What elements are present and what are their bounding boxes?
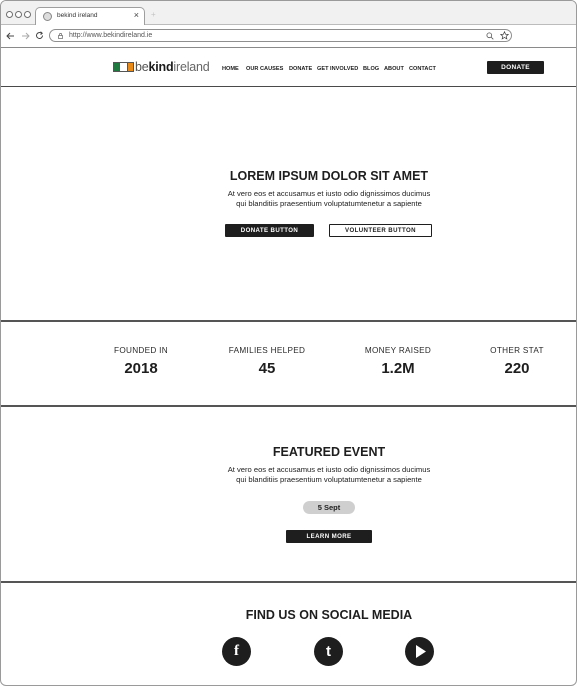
stat-value: 2018 — [124, 360, 158, 377]
hero-section: LOREM IPSUM DOLOR SIT AMET At vero eos e… — [141, 169, 517, 208]
nav-our-causes[interactable]: OUR CAUSES — [246, 66, 283, 72]
event-section: FEATURED EVENT At vero eos et accusamus … — [141, 445, 517, 484]
hero-text-line-1: At vero eos et accusamus et iusto odio d… — [227, 189, 431, 198]
stat-value: 220 — [504, 360, 530, 377]
nav-get-involved[interactable]: GET INVOLVED — [317, 66, 358, 72]
stat-founded: FOUNDED IN 2018 — [86, 346, 196, 377]
nav-blog[interactable]: BLOG — [363, 66, 379, 72]
url-text: http://www.bekindireland.ie — [69, 32, 153, 39]
stat-families: FAMILIES HELPED 45 — [212, 346, 322, 377]
irish-flag-icon — [113, 62, 134, 72]
stat-value: 45 — [258, 360, 276, 377]
new-tab-icon[interactable]: + — [151, 10, 156, 19]
lock-icon — [58, 33, 63, 39]
hero-title: LOREM IPSUM DOLOR SIT AMET — [229, 169, 429, 183]
site-header: bekindireland HOME OUR CAUSES DONATE GET… — [1, 49, 576, 87]
bookmark-star-icon[interactable] — [500, 31, 509, 40]
stat-label: FOUNDED IN — [114, 346, 168, 355]
window-maximize-dot[interactable] — [24, 11, 31, 18]
stat-other: OTHER STAT 220 — [462, 346, 572, 377]
globe-icon — [43, 12, 52, 21]
divider — [1, 581, 576, 583]
stat-label: MONEY RAISED — [364, 346, 432, 355]
divider — [1, 405, 576, 407]
play-icon — [416, 645, 426, 658]
volunteer-button[interactable]: VOLUNTEER BUTTON — [329, 224, 432, 237]
logo-wordmark: bekindireland — [135, 60, 210, 74]
url-field[interactable]: http://www.bekindireland.ie — [49, 29, 512, 42]
nav-donate[interactable]: DONATE — [289, 66, 312, 72]
divider — [1, 320, 576, 322]
flag-stripe-orange — [127, 62, 134, 72]
flag-stripe-white — [120, 62, 127, 72]
flag-stripe-green — [113, 62, 120, 72]
forward-arrow-icon[interactable] — [21, 32, 30, 40]
donate-button[interactable]: DONATE BUTTON — [225, 224, 314, 237]
nav-about[interactable]: ABOUT — [384, 66, 404, 72]
browser-window: bekind ireland × + http://www.bekindirel… — [0, 0, 577, 686]
close-tab-icon[interactable]: × — [134, 10, 139, 20]
logo-kind: kind — [148, 60, 174, 74]
event-text-line-2: qui blanditiis praesentium voluptatumten… — [236, 474, 422, 484]
event-date-badge: 5 Sept — [303, 501, 355, 514]
learn-more-button[interactable]: LEARN MORE — [286, 530, 372, 543]
tumblr-glyph: t — [326, 643, 331, 660]
logo-be: be — [135, 60, 149, 74]
logo-ireland: ireland — [173, 60, 210, 74]
nav-home[interactable]: HOME — [222, 66, 239, 72]
event-title: FEATURED EVENT — [272, 445, 386, 459]
stat-label: OTHER STAT — [490, 346, 544, 355]
stat-value: 1.2M — [381, 360, 415, 377]
social-title: FIND US ON SOCIAL MEDIA — [245, 608, 413, 622]
back-arrow-icon[interactable] — [6, 32, 15, 40]
window-close-dot[interactable] — [6, 11, 13, 18]
address-bar: http://www.bekindireland.ie — [1, 25, 576, 48]
stat-label: FAMILIES HELPED — [228, 346, 306, 355]
window-minimize-dot[interactable] — [15, 11, 22, 18]
zoom-icon[interactable] — [486, 32, 494, 40]
facebook-icon[interactable]: f — [222, 637, 251, 666]
social-section: FIND US ON SOCIAL MEDIA — [141, 608, 517, 622]
tab-bar: bekind ireland × + — [1, 1, 576, 26]
reload-icon[interactable] — [35, 31, 44, 40]
header-donate-button[interactable]: DONATE — [487, 61, 544, 74]
event-text-line-1: At vero eos et accusamus et iusto odio d… — [227, 465, 431, 474]
youtube-play-icon[interactable] — [405, 637, 434, 666]
nav-contact[interactable]: CONTACT — [409, 66, 436, 72]
stat-money: MONEY RAISED 1.2M — [343, 346, 453, 377]
hero-text-line-2: qui blanditiis praesentium voluptatumten… — [236, 198, 422, 208]
tumblr-icon[interactable]: t — [314, 637, 343, 666]
facebook-glyph: f — [234, 643, 239, 659]
tab-title: bekind ireland — [57, 12, 98, 19]
browser-tab[interactable]: bekind ireland × — [35, 7, 145, 26]
